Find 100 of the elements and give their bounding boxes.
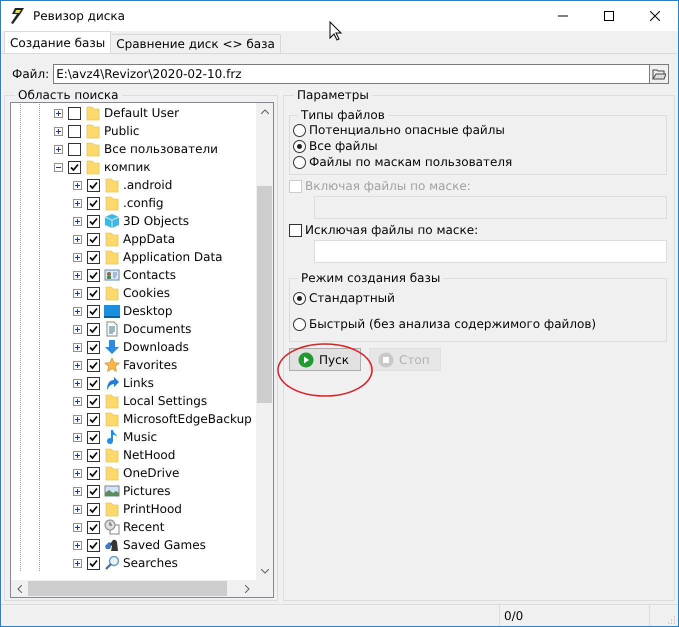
scroll-right-icon[interactable] xyxy=(245,584,250,592)
expand-button[interactable] xyxy=(73,216,82,226)
checkbox[interactable] xyxy=(68,106,81,120)
tree-item[interactable]: Documents xyxy=(123,322,192,336)
scroll-left-icon[interactable] xyxy=(17,584,22,592)
file-path-field[interactable]: E:\avz4\Revizor\2020-02-10.frz xyxy=(53,64,649,84)
mask-field[interactable] xyxy=(314,240,667,263)
checkbox[interactable] xyxy=(289,224,302,236)
tree-item[interactable]: .android xyxy=(123,178,172,192)
expand-button[interactable] xyxy=(73,360,82,370)
expand-button[interactable] xyxy=(73,450,82,460)
expand-button[interactable] xyxy=(73,252,82,262)
checkbox[interactable] xyxy=(87,286,100,300)
tree-item[interactable]: Searches xyxy=(123,556,178,570)
tree-item[interactable]: Saved Games xyxy=(123,538,206,552)
tab[interactable]: Создание базы xyxy=(4,31,112,53)
expand-button[interactable] xyxy=(73,432,82,442)
checkbox[interactable] xyxy=(87,304,100,318)
tree-item[interactable]: Все пользователи xyxy=(104,142,218,156)
horizontal-scrollbar[interactable] xyxy=(11,580,256,597)
tree-item[interactable]: AppData xyxy=(123,232,176,246)
tree-item[interactable]: компик xyxy=(104,160,151,174)
tree-item[interactable]: Pictures xyxy=(123,484,171,498)
tree-item[interactable]: Recent xyxy=(123,520,164,534)
checkbox[interactable] xyxy=(87,502,100,516)
collapse-button[interactable] xyxy=(54,162,63,172)
checkbox[interactable] xyxy=(87,520,100,534)
checkbox[interactable] xyxy=(87,178,100,192)
expand-button[interactable] xyxy=(73,198,82,208)
checkbox[interactable] xyxy=(87,214,100,228)
checkbox[interactable] xyxy=(87,484,100,498)
checkbox[interactable] xyxy=(87,232,100,246)
expand-button[interactable] xyxy=(54,108,63,118)
checkbox[interactable] xyxy=(87,556,100,570)
expand-button[interactable] xyxy=(73,270,82,280)
tree-item[interactable]: 3D Objects xyxy=(123,214,190,228)
checkbox[interactable] xyxy=(87,358,100,372)
tree-item[interactable]: Links xyxy=(123,376,154,390)
tree-item[interactable]: Public xyxy=(104,124,140,138)
checkbox[interactable] xyxy=(87,322,100,336)
checkbox[interactable] xyxy=(87,340,100,354)
expand-button[interactable] xyxy=(73,522,82,532)
checkbox[interactable] xyxy=(87,538,100,552)
checkbox[interactable] xyxy=(87,268,100,282)
tree-item[interactable]: Desktop xyxy=(123,304,172,318)
tree-item[interactable]: Cookies xyxy=(123,286,170,300)
scroll-down-icon[interactable] xyxy=(260,569,268,574)
checkbox[interactable] xyxy=(68,124,81,138)
expand-button[interactable] xyxy=(73,558,82,568)
tree-item[interactable]: PrintHood xyxy=(123,502,182,516)
expand-button[interactable] xyxy=(73,540,82,550)
radio-option[interactable]: Файлы по маскам пользователя xyxy=(293,154,663,170)
expand-button[interactable] xyxy=(73,378,82,388)
tree-item[interactable]: Default User xyxy=(104,106,180,120)
tree-item[interactable]: Application Data xyxy=(123,250,223,264)
scroll-up-icon[interactable] xyxy=(260,109,268,114)
vertical-scrollbar[interactable] xyxy=(256,103,273,580)
checkbox[interactable] xyxy=(87,430,100,444)
open-folder-button[interactable] xyxy=(649,64,669,84)
expand-button[interactable] xyxy=(73,324,82,334)
tree-item[interactable]: MicrosoftEdgeBackup xyxy=(123,412,252,426)
checkbox[interactable] xyxy=(87,196,100,210)
expand-button[interactable] xyxy=(73,414,82,424)
checkbox[interactable] xyxy=(68,142,81,156)
group-title: Типы файлов xyxy=(300,108,386,122)
radio-option[interactable]: Быстрый (без анализа содержимого файлов) xyxy=(293,311,663,337)
checkbox[interactable] xyxy=(87,250,100,264)
tree-item[interactable]: .config xyxy=(123,196,164,210)
checkbox[interactable] xyxy=(87,448,100,462)
expand-button[interactable] xyxy=(73,396,82,406)
start-button[interactable]: Пуск xyxy=(289,348,361,371)
radio-option[interactable]: Стандартный xyxy=(293,285,663,311)
tree-item[interactable]: NetHood xyxy=(123,448,176,462)
expand-button[interactable] xyxy=(73,288,82,298)
expand-button[interactable] xyxy=(73,234,82,244)
expand-button[interactable] xyxy=(73,504,82,514)
checkbox[interactable] xyxy=(87,376,100,390)
expand-button[interactable] xyxy=(73,306,82,316)
expand-button[interactable] xyxy=(73,486,82,496)
plus-icon xyxy=(74,434,81,440)
tab[interactable]: Сравнение диск <> база xyxy=(110,34,281,53)
checkbox[interactable] xyxy=(68,160,81,174)
checkbox[interactable] xyxy=(87,394,100,408)
tree-item[interactable]: OneDrive xyxy=(123,466,180,480)
group-title: Параметры xyxy=(296,88,370,102)
resize-grip-icon[interactable] xyxy=(668,616,676,624)
checkbox[interactable] xyxy=(87,412,100,426)
tree-item[interactable]: Contacts xyxy=(123,268,176,282)
expand-button[interactable] xyxy=(73,468,82,478)
tree-item[interactable]: Favorites xyxy=(123,358,178,372)
radio-option[interactable]: Все файлы xyxy=(293,138,663,154)
radio-option[interactable]: Потенциально опасные файлы xyxy=(293,122,663,138)
tree-item[interactable]: Downloads xyxy=(123,340,189,354)
expand-button[interactable] xyxy=(54,144,63,154)
tree-item[interactable]: Music xyxy=(123,430,158,444)
expand-button[interactable] xyxy=(54,126,63,136)
expand-button[interactable] xyxy=(73,180,82,190)
expand-button[interactable] xyxy=(73,342,82,352)
tree-item[interactable]: Local Settings xyxy=(123,394,208,408)
checkbox[interactable] xyxy=(87,466,100,480)
